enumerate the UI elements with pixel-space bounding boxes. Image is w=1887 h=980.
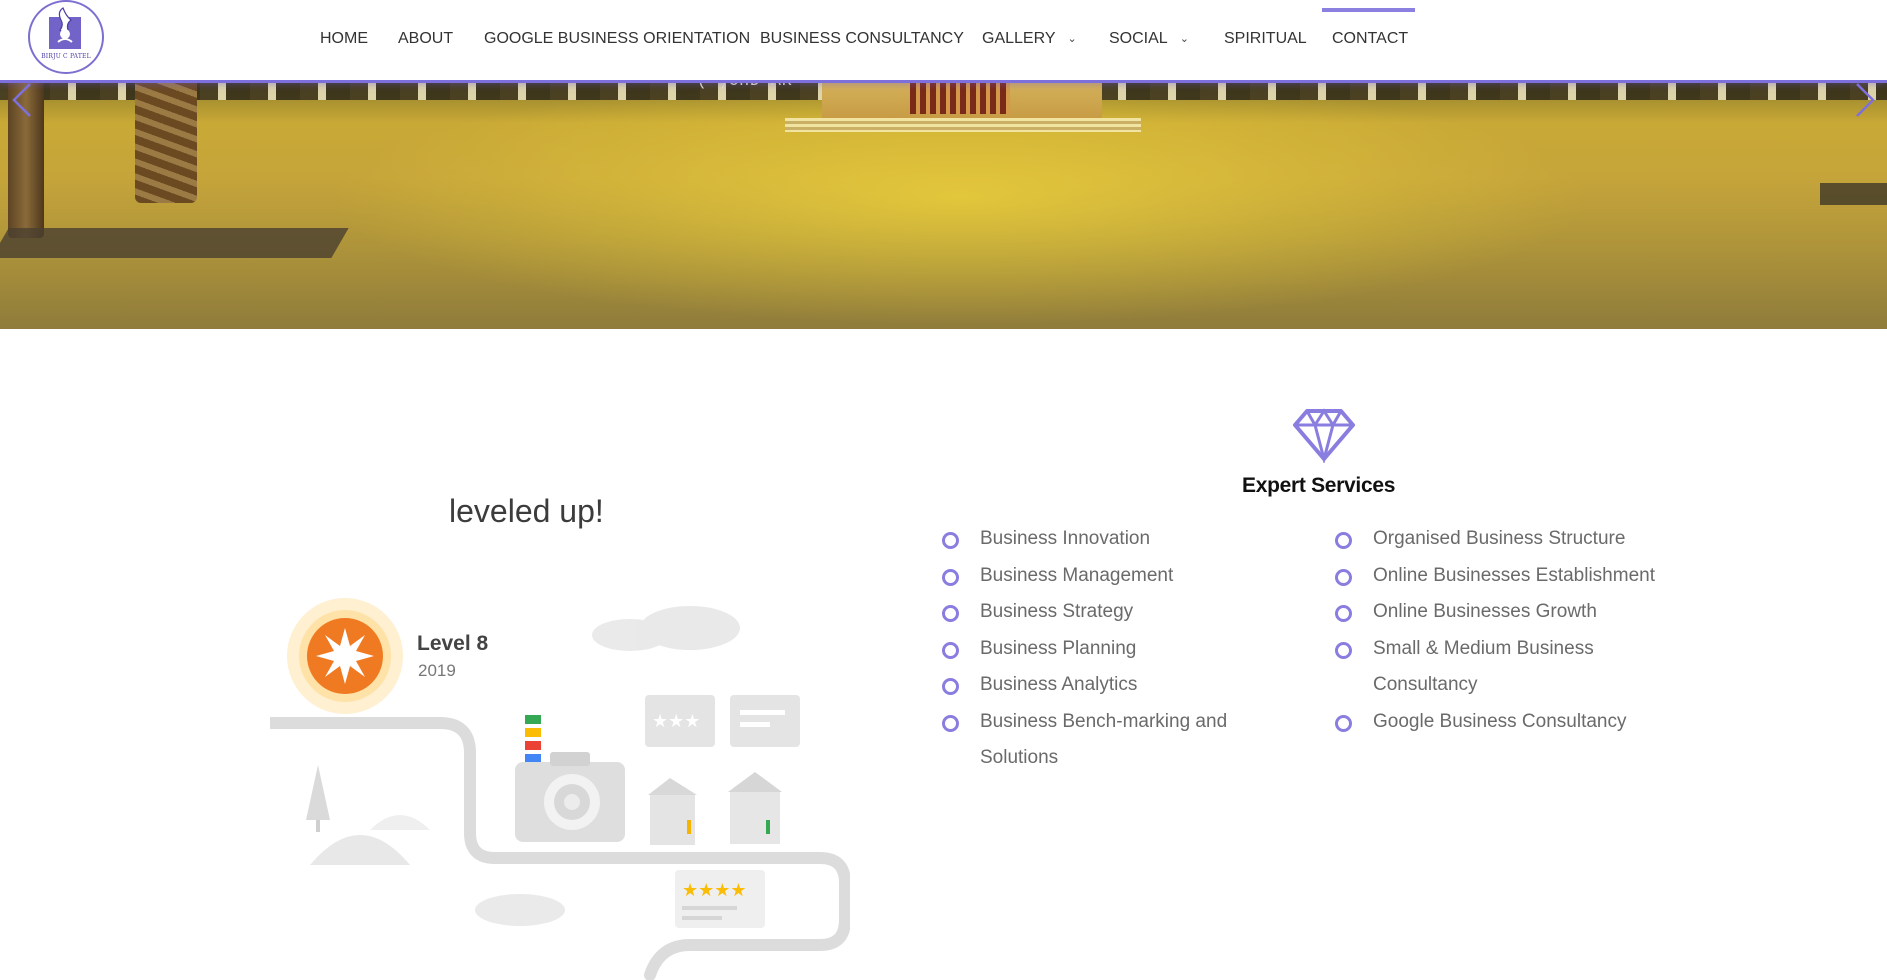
service-label: Business Planning — [980, 637, 1137, 659]
site-header: BIRJU C PATEL HOME ABOUT GOOGLE BUSINESS… — [0, 0, 1887, 83]
service-label: Business Bench-marking and Solutions — [980, 710, 1228, 769]
chevron-left-icon — [12, 83, 31, 117]
site-logo[interactable]: BIRJU C PATEL — [28, 0, 104, 74]
nav-business-consultancy-label: BUSINESS CONSULTANCY — [760, 30, 964, 47]
nav-social[interactable]: SOCIAL ⌄ — [1109, 30, 1189, 48]
hero-temple-door — [910, 78, 1010, 114]
circle-bullet-icon — [942, 641, 959, 659]
nav-social-label: SOCIAL — [1109, 30, 1168, 47]
nav-contact-label: CONTACT — [1332, 30, 1409, 47]
chevron-right-icon — [1856, 83, 1875, 117]
hero-palm-tree — [135, 78, 197, 203]
hero-curb — [1820, 183, 1887, 205]
nav-home[interactable]: HOME — [320, 30, 368, 48]
service-label: Business Management — [980, 564, 1174, 586]
circle-bullet-icon — [942, 532, 959, 549]
nav-business-consultancy[interactable]: BUSINESS CONSULTANCY — [760, 30, 964, 48]
service-label: Online Businesses Establishment — [1373, 564, 1655, 586]
circle-bullet-icon — [1335, 714, 1352, 732]
list-item: Business Management — [942, 558, 1242, 595]
list-item: Online Businesses Establishment — [1335, 558, 1665, 595]
svg-text:★★★: ★★★ — [652, 711, 700, 732]
logo-emblem-icon — [49, 7, 81, 49]
nav-gallery[interactable]: GALLERY ⌄ — [982, 30, 1077, 48]
hero-curb — [0, 228, 349, 258]
service-label: Organised Business Structure — [1373, 528, 1626, 549]
nav-active-indicator — [1322, 8, 1415, 12]
level-year: 2019 — [418, 661, 456, 680]
service-label: Business Strategy — [980, 601, 1134, 622]
list-item: Business Analytics — [942, 667, 1242, 704]
circle-bullet-icon — [1335, 568, 1352, 586]
services-title: Expert Services — [1242, 474, 1396, 497]
hero-steps — [785, 118, 1141, 132]
nav-google-business-orientation-label: GOOGLE BUSINESS ORIENTATION — [484, 30, 751, 47]
circle-bullet-icon — [1335, 532, 1352, 549]
hero-slider-image: (-)CHD AK — [0, 78, 1887, 329]
leveled-up-heading: leveled up! — [449, 493, 604, 529]
service-label: Business Innovation — [980, 528, 1151, 549]
nav-about[interactable]: ABOUT — [398, 30, 453, 48]
list-item: Business Planning — [942, 631, 1242, 668]
services-list-left: Business Innovation Business Management … — [942, 521, 1242, 777]
circle-bullet-icon — [942, 678, 959, 695]
circle-bullet-icon — [1335, 605, 1352, 622]
level-up-illustration: ★★★ ★★★★ — [270, 598, 850, 980]
circle-bullet-icon — [942, 605, 959, 622]
nav-home-label: HOME — [320, 30, 368, 47]
service-label: Google Business Consultancy — [1373, 710, 1627, 732]
list-item: Online Businesses Growth — [1335, 594, 1665, 631]
nav-contact[interactable]: CONTACT — [1332, 30, 1408, 48]
circle-bullet-icon — [942, 568, 959, 586]
list-item: Business Innovation — [942, 521, 1242, 558]
list-item: Business Bench-marking and Solutions — [942, 704, 1242, 777]
list-item: Google Business Consultancy — [1335, 704, 1665, 741]
circle-bullet-icon — [942, 714, 959, 732]
list-item: Organised Business Structure — [1335, 521, 1665, 558]
list-item: Small & Medium Business Consultancy — [1335, 631, 1665, 704]
chevron-down-icon: ⌄ — [1067, 33, 1077, 45]
services-list-right: Organised Business Structure Online Busi… — [1335, 521, 1665, 740]
nav-spiritual-label: SPIRITUAL — [1224, 30, 1307, 47]
level-title: Level 8 — [417, 632, 489, 655]
slider-next-button[interactable] — [1849, 80, 1879, 120]
nav-about-label: ABOUT — [398, 30, 454, 47]
circle-bullet-icon — [1335, 641, 1352, 659]
service-label: Business Analytics — [980, 674, 1138, 695]
service-label: Small & Medium Business Consultancy — [1373, 637, 1594, 696]
nav-spiritual[interactable]: SPIRITUAL — [1224, 30, 1307, 48]
logo-text: BIRJU C PATEL — [41, 53, 91, 60]
svg-text:★★★★: ★★★★ — [682, 880, 747, 901]
slider-prev-button[interactable] — [8, 80, 38, 120]
nav-gallery-label: GALLERY — [982, 30, 1056, 47]
nav-google-business-orientation[interactable]: GOOGLE BUSINESS ORIENTATION — [484, 30, 750, 48]
chevron-down-icon: ⌄ — [1179, 33, 1189, 45]
list-item: Business Strategy — [942, 594, 1242, 631]
diamond-icon — [1293, 408, 1355, 463]
service-label: Online Businesses Growth — [1373, 601, 1597, 622]
